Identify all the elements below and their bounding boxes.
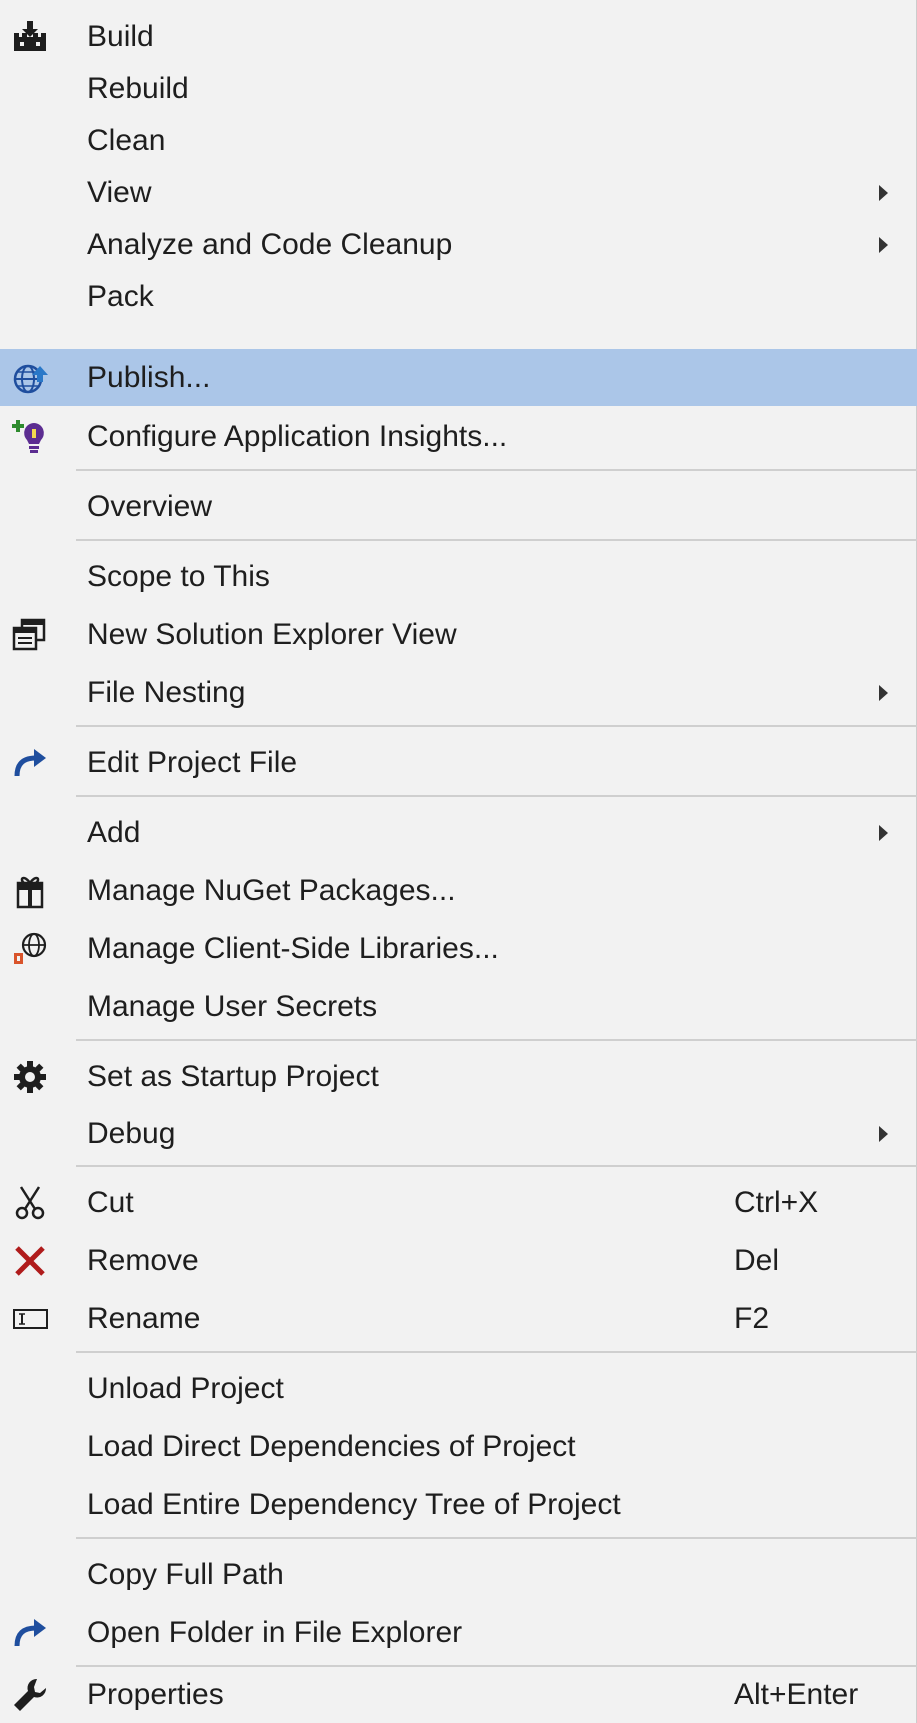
menu-item-edit-project-file[interactable]: Edit Project File: [0, 734, 917, 791]
menu-item-label: Properties: [87, 1678, 224, 1711]
build-icon: [10, 17, 50, 57]
menu-item-label: Manage NuGet Packages...: [87, 874, 456, 907]
menu-separator: [76, 469, 917, 471]
context-menu: Build Rebuild Clean View Analyze and Cod…: [0, 0, 917, 1723]
submenu-arrow-icon: [879, 237, 888, 253]
menu-item-label: Build: [87, 20, 154, 53]
menu-item-load-entire-dependency-tree[interactable]: Load Entire Dependency Tree of Project: [0, 1476, 917, 1533]
menu-item-properties[interactable]: Properties Alt+Enter: [0, 1666, 917, 1723]
menu-item-overview[interactable]: Overview: [0, 478, 917, 535]
menu-item-cut[interactable]: Cut Ctrl+X: [0, 1174, 917, 1231]
menu-item-label: Scope to This: [87, 560, 270, 593]
menu-item-label: Load Direct Dependencies of Project: [87, 1430, 576, 1463]
menu-item-manage-nuget-packages[interactable]: Manage NuGet Packages...: [0, 862, 917, 919]
menu-item-label: Open Folder in File Explorer: [87, 1616, 463, 1649]
menu-item-label: Rename: [87, 1302, 201, 1335]
menu-item-label: Clean: [87, 124, 166, 157]
new-window-icon: [10, 615, 50, 655]
menu-item-label: Remove: [87, 1244, 199, 1277]
menu-item-view[interactable]: View: [0, 164, 917, 221]
gear-icon: [10, 1057, 50, 1097]
menu-item-label: New Solution Explorer View: [87, 618, 457, 651]
menu-item-load-direct-dependencies[interactable]: Load Direct Dependencies of Project: [0, 1418, 917, 1475]
menu-item-label: Edit Project File: [87, 746, 298, 779]
menu-item-label: Publish...: [87, 361, 211, 394]
menu-item-publish[interactable]: Publish...: [0, 349, 917, 406]
menu-item-label: File Nesting: [87, 676, 246, 709]
menu-separator: [76, 795, 917, 797]
menu-item-file-nesting[interactable]: File Nesting: [0, 664, 917, 721]
menu-item-label: Debug: [87, 1117, 176, 1150]
menu-item-analyze-and-code-cleanup[interactable]: Analyze and Code Cleanup: [0, 216, 917, 273]
menu-item-label: Analyze and Code Cleanup: [87, 228, 453, 261]
submenu-arrow-icon: [879, 685, 888, 701]
menu-item-label: Manage User Secrets: [87, 990, 378, 1023]
menu-item-debug[interactable]: Debug: [0, 1105, 917, 1162]
menu-item-add[interactable]: Add: [0, 804, 917, 861]
menu-item-set-as-startup-project[interactable]: Set as Startup Project: [0, 1048, 917, 1105]
menu-item-label: Configure Application Insights...: [87, 420, 508, 453]
menu-item-label: View: [87, 176, 152, 209]
client-libraries-icon: [10, 929, 50, 969]
menu-item-label: Overview: [87, 490, 213, 523]
menu-item-build[interactable]: Build: [0, 8, 917, 65]
menu-item-label: Rebuild: [87, 72, 189, 105]
menu-separator: [76, 1165, 917, 1167]
submenu-arrow-icon: [879, 825, 888, 841]
menu-item-rebuild[interactable]: Rebuild: [0, 60, 917, 117]
menu-item-rename[interactable]: Rename F2: [0, 1290, 917, 1347]
menu-item-clean[interactable]: Clean: [0, 112, 917, 169]
menu-separator: [76, 1039, 917, 1041]
publish-globe-icon: [10, 358, 50, 398]
menu-separator: [76, 1351, 917, 1353]
menu-item-pack[interactable]: Pack: [0, 268, 917, 325]
submenu-arrow-icon: [879, 1126, 888, 1142]
menu-item-label: Unload Project: [87, 1372, 284, 1405]
remove-x-icon: [10, 1241, 50, 1281]
menu-item-shortcut: Ctrl+X: [734, 1186, 819, 1219]
redo-arrow-icon: [10, 1613, 50, 1653]
menu-item-new-solution-explorer-view[interactable]: New Solution Explorer View: [0, 606, 917, 663]
menu-item-label: Pack: [87, 280, 154, 313]
menu-item-scope-to-this[interactable]: Scope to This: [0, 548, 917, 605]
menu-item-remove[interactable]: Remove Del: [0, 1232, 917, 1289]
menu-item-open-folder-in-file-explorer[interactable]: Open Folder in File Explorer: [0, 1604, 917, 1661]
menu-separator: [76, 1537, 917, 1539]
application-insights-icon: [10, 417, 50, 457]
menu-item-label: Manage Client-Side Libraries...: [87, 932, 499, 965]
menu-separator: [76, 539, 917, 541]
menu-item-label: Copy Full Path: [87, 1558, 284, 1591]
menu-item-manage-client-side-libraries[interactable]: Manage Client-Side Libraries...: [0, 920, 917, 977]
menu-separator: [76, 725, 917, 727]
wrench-icon: [10, 1675, 50, 1715]
menu-item-label: Add: [87, 816, 141, 849]
menu-item-label: Set as Startup Project: [87, 1060, 379, 1093]
menu-item-label: Cut: [87, 1186, 134, 1219]
submenu-arrow-icon: [879, 185, 888, 201]
scissors-icon: [10, 1183, 50, 1223]
menu-item-label: Load Entire Dependency Tree of Project: [87, 1488, 621, 1521]
menu-item-shortcut: Del: [734, 1244, 780, 1277]
menu-item-shortcut: F2: [734, 1302, 770, 1335]
nuget-package-icon: [10, 871, 50, 911]
menu-item-shortcut: Alt+Enter: [734, 1678, 859, 1711]
rename-icon: [10, 1299, 50, 1339]
menu-item-copy-full-path[interactable]: Copy Full Path: [0, 1546, 917, 1603]
menu-item-unload-project[interactable]: Unload Project: [0, 1360, 917, 1417]
menu-item-configure-application-insights[interactable]: Configure Application Insights...: [0, 408, 917, 465]
menu-item-manage-user-secrets[interactable]: Manage User Secrets: [0, 978, 917, 1035]
redo-arrow-icon: [10, 743, 50, 783]
